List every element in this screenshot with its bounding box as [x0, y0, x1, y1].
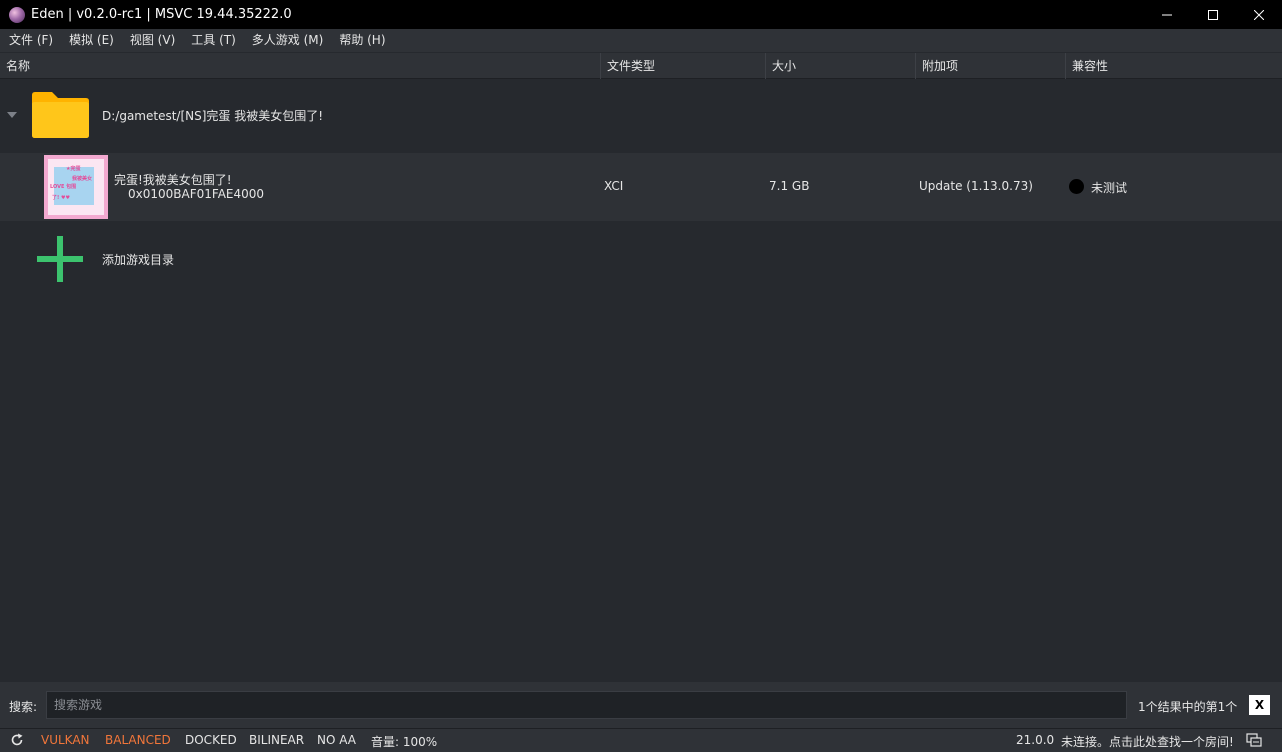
column-header-addons[interactable]: 附加项 [915, 53, 1065, 79]
game-thumbnail: ★完蛋 我被美女 LOVE 包围 了! ♥♥ [44, 155, 108, 219]
game-row[interactable]: ★完蛋 我被美女 LOVE 包围 了! ♥♥ 完蛋!我被美女包围了! 0x010… [0, 153, 1282, 221]
folder-icon [32, 92, 89, 138]
multiplayer-room-icon[interactable] [1246, 733, 1262, 747]
status-version: 21.0.0 [1016, 733, 1055, 747]
menu-view[interactable]: 视图 (V) [122, 29, 183, 52]
game-compatibility: 未测试 [1091, 181, 1128, 195]
column-header-file-type[interactable]: 文件类型 [600, 53, 765, 79]
window-title: Eden | v0.2.0-rc1 | MSVC 19.44.35222.0 [31, 7, 292, 22]
column-header-size[interactable]: 大小 [765, 53, 915, 79]
expand-arrow-icon[interactable] [7, 112, 17, 118]
status-anti-aliasing[interactable]: NO AA [317, 733, 356, 747]
status-filter[interactable]: BILINEAR [249, 733, 304, 747]
search-input[interactable] [46, 691, 1127, 719]
menu-bar: 文件 (F) 模拟 (E) 视图 (V) 工具 (T) 多人游戏 (M) 帮助 … [0, 29, 1282, 52]
search-result-count: 1个结果中的第1个 [1138, 700, 1238, 714]
close-icon [1254, 9, 1264, 20]
game-file-type: XCI [604, 179, 624, 193]
title-bar: Eden | v0.2.0-rc1 | MSVC 19.44.35222.0 [0, 0, 1282, 29]
minimize-icon [1162, 14, 1172, 15]
menu-emulation[interactable]: 模拟 (E) [61, 29, 122, 52]
status-bar: VULKAN BALANCED DOCKED BILINEAR NO AA 音量… [0, 728, 1282, 752]
close-button[interactable] [1236, 0, 1282, 29]
status-volume[interactable]: 音量: 100% [371, 733, 437, 750]
minimize-button[interactable] [1144, 0, 1190, 29]
game-list[interactable]: D:/gametest/[NS]完蛋 我被美女包围了! ★完蛋 我被美女 LOV… [0, 79, 1282, 682]
refresh-icon[interactable] [10, 733, 24, 747]
search-bar: 搜索: 1个结果中的第1个 X [0, 682, 1282, 728]
status-gpu-accuracy[interactable]: BALANCED [105, 733, 171, 747]
add-game-directory-label: 添加游戏目录 [102, 253, 175, 267]
column-header-name[interactable]: 名称 [0, 53, 600, 79]
plus-icon [37, 236, 83, 282]
menu-multiplayer[interactable]: 多人游戏 (M) [244, 29, 332, 52]
maximize-button[interactable] [1190, 0, 1236, 29]
clear-search-button[interactable]: X [1249, 695, 1270, 715]
eden-logo-icon [9, 6, 25, 23]
add-game-directory-row[interactable]: 添加游戏目录 [0, 221, 1282, 295]
menu-help[interactable]: 帮助 (H) [331, 29, 393, 52]
status-room-connection[interactable]: 未连接。点击此处查找一个房间! [1061, 733, 1234, 750]
game-title: 完蛋!我被美女包围了! [114, 173, 232, 187]
status-dock-mode[interactable]: DOCKED [185, 733, 237, 747]
status-graphics-api[interactable]: VULKAN [41, 733, 90, 747]
search-label: 搜索: [9, 700, 38, 714]
game-addons: Update (1.13.0.73) [919, 179, 1033, 193]
menu-file[interactable]: 文件 (F) [1, 29, 61, 52]
compatibility-status-icon [1069, 179, 1084, 194]
folder-path: D:/gametest/[NS]完蛋 我被美女包围了! [102, 109, 324, 123]
window-controls [1144, 0, 1282, 29]
game-title-id: 0x0100BAF01FAE4000 [128, 187, 265, 201]
maximize-icon [1208, 9, 1218, 20]
game-size: 7.1 GB [769, 179, 810, 193]
game-list-header: 名称 文件类型 大小 附加项 兼容性 [0, 53, 1282, 79]
folder-row[interactable]: D:/gametest/[NS]完蛋 我被美女包围了! [0, 79, 1282, 153]
menu-tools[interactable]: 工具 (T) [183, 29, 244, 52]
column-header-compatibility[interactable]: 兼容性 [1065, 53, 1282, 79]
